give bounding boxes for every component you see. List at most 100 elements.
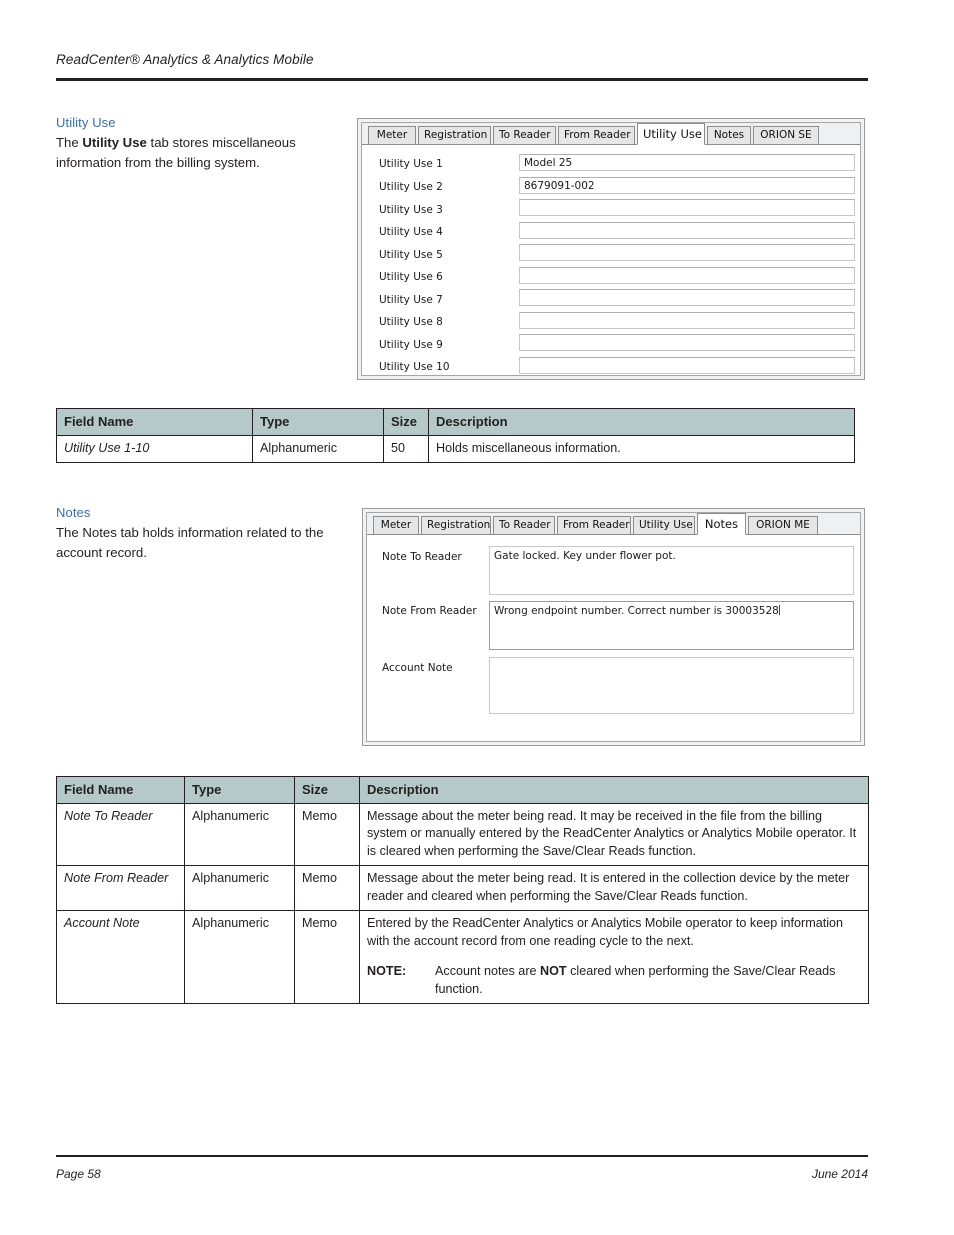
section-body-utility-use: The Utility Use tab stores miscellaneous…	[56, 133, 338, 172]
tab-registration[interactable]: Registration	[421, 516, 491, 534]
label-utility-use-5: Utility Use 5	[379, 249, 443, 261]
tab-notes[interactable]: Notes	[697, 513, 746, 535]
cell-type: Alphanumeric	[252, 434, 384, 463]
cell-size: Memo	[294, 865, 360, 911]
tab-from-reader[interactable]: From Reader	[558, 126, 635, 144]
label-utility-use-2: Utility Use 2	[379, 181, 443, 193]
table-header-row: Field Name Type Size Description	[56, 408, 855, 436]
account-note-description: Entered by the ReadCenter Analytics or A…	[367, 916, 844, 948]
running-header-title: ReadCenter® Analytics & Analytics Mobile	[56, 52, 314, 67]
tab-utility-use[interactable]: Utility Use	[633, 516, 695, 534]
tab-meter[interactable]: Meter	[373, 516, 419, 534]
notes-window: Meter Registration To Reader From Reader…	[366, 512, 861, 742]
col-type: Type	[252, 408, 384, 436]
cell-field-name: Note To Reader	[56, 802, 185, 866]
running-header: ReadCenter® Analytics & Analytics Mobile	[56, 52, 868, 67]
tab-to-reader[interactable]: To Reader	[493, 126, 556, 144]
col-field-name: Field Name	[56, 776, 185, 804]
cell-description: Message about the meter being read. It m…	[359, 802, 869, 866]
label-utility-use-1: Utility Use 1	[379, 158, 443, 170]
table-row: Note To Reader Alphanumeric Memo Message…	[56, 802, 869, 866]
input-utility-use-1[interactable]: Model 25	[519, 154, 855, 171]
utility-use-screenshot: Meter Registration To Reader From Reader…	[357, 118, 865, 380]
tab-notes[interactable]: Notes	[707, 126, 751, 144]
label-utility-use-10: Utility Use 10	[379, 361, 450, 373]
col-field-name: Field Name	[56, 408, 253, 436]
cell-size: Memo	[294, 802, 360, 866]
header-rule	[56, 78, 868, 81]
cell-field-name: Account Note	[56, 910, 185, 1004]
note-callout-prefix: Account notes are	[435, 964, 541, 978]
note-callout-bold: NOT	[540, 964, 567, 978]
cell-type: Alphanumeric	[184, 865, 295, 911]
cell-size: 50	[383, 434, 429, 463]
utility-use-tabstrip: Meter Registration To Reader From Reader…	[362, 123, 860, 145]
notes-tabstrip: Meter Registration To Reader From Reader…	[367, 513, 860, 535]
table-row: Account Note Alphanumeric Memo Entered b…	[56, 910, 869, 1004]
label-utility-use-8: Utility Use 8	[379, 316, 443, 328]
col-type: Type	[184, 776, 295, 804]
section-body-notes: The Notes tab holds information related …	[56, 525, 324, 560]
input-utility-use-10[interactable]	[519, 357, 855, 374]
input-utility-use-6[interactable]	[519, 267, 855, 284]
input-utility-use-7[interactable]	[519, 289, 855, 306]
utility-body-prefix: The	[56, 135, 83, 150]
footer-page-number: Page 58	[56, 1167, 101, 1181]
text-cursor	[778, 605, 780, 615]
utility-body-bold: Utility Use	[82, 135, 147, 150]
note-callout-tag: NOTE:	[367, 964, 407, 978]
label-note-from-reader: Note From Reader	[382, 605, 477, 617]
table-row: Utility Use 1-10 Alphanumeric 50 Holds m…	[56, 434, 855, 463]
table-header-row: Field Name Type Size Description	[56, 776, 869, 804]
input-utility-use-4[interactable]	[519, 222, 855, 239]
input-utility-use-9[interactable]	[519, 334, 855, 351]
textarea-note-to-reader[interactable]: Gate locked. Key under flower pot.	[489, 546, 854, 595]
tab-to-reader[interactable]: To Reader	[493, 516, 555, 534]
col-size: Size	[383, 408, 429, 436]
section-heading-utility-use: Utility Use	[56, 115, 116, 130]
cell-description: Holds miscellaneous information.	[428, 434, 855, 463]
input-utility-use-8[interactable]	[519, 312, 855, 329]
textarea-account-note[interactable]	[489, 657, 854, 714]
tab-orion-se[interactable]: ORION SE	[753, 126, 819, 144]
tab-utility-use[interactable]: Utility Use	[637, 123, 705, 145]
label-account-note: Account Note	[382, 662, 453, 674]
utility-use-spec-table: Field Name Type Size Description Utility…	[56, 408, 855, 463]
section-heading-notes: Notes	[56, 505, 91, 520]
cell-type: Alphanumeric	[184, 802, 295, 866]
document-page: ReadCenter® Analytics & Analytics Mobile…	[0, 0, 954, 1235]
cell-size: Memo	[294, 910, 360, 1004]
tab-meter[interactable]: Meter	[368, 126, 416, 144]
col-size: Size	[294, 776, 360, 804]
notes-screenshot: Meter Registration To Reader From Reader…	[362, 508, 865, 746]
utility-use-window: Meter Registration To Reader From Reader…	[361, 122, 861, 376]
tab-registration[interactable]: Registration	[418, 126, 491, 144]
tab-orion-me[interactable]: ORION ME	[748, 516, 818, 534]
col-description: Description	[428, 408, 855, 436]
input-utility-use-2[interactable]: 8679091-002	[519, 177, 855, 194]
cell-description-with-note: Entered by the ReadCenter Analytics or A…	[359, 910, 869, 1004]
input-utility-use-3[interactable]	[519, 199, 855, 216]
tab-from-reader[interactable]: From Reader	[557, 516, 631, 534]
label-utility-use-3: Utility Use 3	[379, 204, 443, 216]
notes-panel: Note To Reader Note From Reader Account …	[367, 535, 860, 741]
footer-date: June 2014	[811, 1167, 868, 1181]
textarea-note-from-reader[interactable]: Wrong endpoint number. Correct number is…	[489, 601, 854, 650]
table-row: Note From Reader Alphanumeric Memo Messa…	[56, 865, 869, 911]
col-description: Description	[359, 776, 869, 804]
label-utility-use-4: Utility Use 4	[379, 226, 443, 238]
notes-spec-table: Field Name Type Size Description Note To…	[56, 776, 869, 1004]
label-utility-use-9: Utility Use 9	[379, 339, 443, 351]
utility-use-panel: Utility Use 1 Utility Use 2 Utility Use …	[362, 145, 860, 375]
input-utility-use-5[interactable]	[519, 244, 855, 261]
label-note-to-reader: Note To Reader	[382, 551, 462, 563]
footer-rule	[56, 1155, 868, 1157]
cell-field-name: Note From Reader	[56, 865, 185, 911]
note-from-reader-text: Wrong endpoint number. Correct number is…	[494, 605, 779, 617]
cell-type: Alphanumeric	[184, 910, 295, 1004]
note-callout: NOTE: Account notes are NOT cleared when …	[367, 963, 861, 998]
label-utility-use-7: Utility Use 7	[379, 294, 443, 306]
label-utility-use-6: Utility Use 6	[379, 271, 443, 283]
cell-description: Message about the meter being read. It i…	[359, 865, 869, 911]
cell-field-name: Utility Use 1-10	[56, 434, 253, 463]
